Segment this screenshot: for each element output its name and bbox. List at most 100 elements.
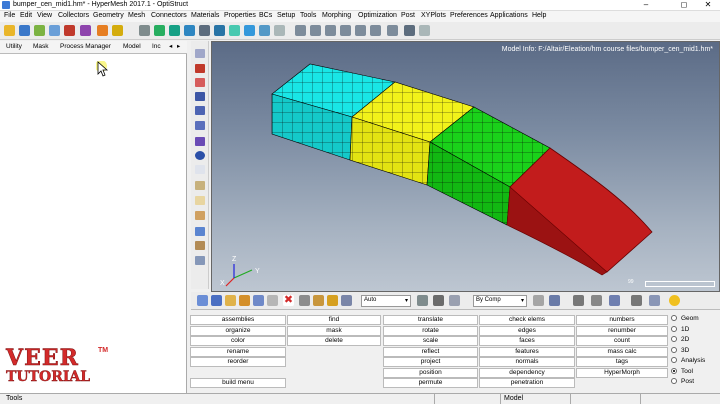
reverse-icon[interactable] [239, 295, 250, 306]
radio-analysis[interactable]: Analysis [671, 357, 705, 364]
bars-icon[interactable] [195, 211, 205, 220]
menu-bcs[interactable]: BCs [259, 12, 272, 19]
menu-mesh[interactable]: Mesh [128, 12, 145, 19]
pan-icon[interactable] [325, 25, 336, 36]
wrench-icon[interactable] [313, 295, 324, 306]
wireframe-icon[interactable] [195, 78, 205, 87]
bycomp-combo[interactable]: By Comp ▾ [473, 295, 527, 307]
solid-icon[interactable] [609, 295, 620, 306]
tab-utility[interactable]: Utility [6, 43, 22, 50]
view-iso-icon[interactable] [199, 25, 210, 36]
rotate-button[interactable]: rotate [383, 326, 478, 336]
abc-label-icon[interactable] [195, 196, 205, 205]
renumber-button[interactable]: renumber [576, 326, 668, 336]
radio-1d[interactable]: 1D [671, 326, 689, 333]
rotate-view-icon[interactable] [229, 25, 240, 36]
reorder-button[interactable]: reorder [190, 357, 286, 367]
zoom-in-icon[interactable] [295, 25, 306, 36]
dependency-button[interactable]: dependency [479, 368, 575, 378]
tab-scroll-left-icon[interactable]: ◂ [169, 42, 172, 50]
redo-icon[interactable] [419, 25, 430, 36]
radio-post[interactable]: Post [671, 378, 694, 385]
hide-icon[interactable] [211, 295, 222, 306]
delete-model-icon[interactable] [64, 25, 75, 36]
star-icon[interactable] [669, 295, 680, 306]
penetration-button[interactable]: penetration [479, 378, 575, 388]
radio-2d[interactable]: 2D [671, 336, 689, 343]
import-icon[interactable] [34, 25, 45, 36]
user-profile-icon[interactable] [97, 25, 108, 36]
menu-edit[interactable]: Edit [20, 12, 32, 19]
count-button[interactable]: count [576, 336, 668, 346]
radio-tool[interactable]: Tool [671, 368, 693, 375]
tab-scroll-right-icon[interactable]: ▸ [177, 42, 180, 50]
element-icon[interactable] [549, 295, 560, 306]
menu-materials[interactable]: Materials [191, 12, 219, 19]
magnify-icon[interactable] [387, 25, 398, 36]
export-icon[interactable] [49, 25, 60, 36]
menu-optimization[interactable]: Optimization [358, 12, 397, 19]
display-icon[interactable] [195, 49, 205, 58]
line-icon[interactable] [573, 295, 584, 306]
show-icon[interactable] [197, 295, 208, 306]
surface-icon[interactable] [591, 295, 602, 306]
info-icon[interactable] [195, 151, 205, 160]
auto-combo[interactable]: Auto ▾ [361, 295, 411, 307]
menu-connectors[interactable]: Connectors [151, 12, 187, 19]
view-front-icon[interactable] [169, 25, 180, 36]
monitor-icon[interactable] [649, 295, 660, 306]
box-icon[interactable] [449, 295, 460, 306]
mask-button[interactable]: mask [287, 326, 381, 336]
hypermorph-button[interactable]: HyperMorph [576, 368, 668, 378]
view-side-icon[interactable] [184, 25, 195, 36]
open-folder-icon[interactable] [4, 25, 15, 36]
tab-mask[interactable]: Mask [33, 43, 49, 50]
faces-button[interactable]: faces [479, 336, 575, 346]
graphics-viewport[interactable]: Model Info: F:/Altair/Eleation/hm course… [211, 41, 720, 292]
mesh-lines-icon[interactable] [195, 92, 205, 101]
radio-geom[interactable]: Geom [671, 315, 699, 322]
spin-icon[interactable] [370, 25, 381, 36]
position-button[interactable]: position [383, 368, 478, 378]
menu-view[interactable]: View [37, 12, 52, 19]
permute-button[interactable]: permute [383, 378, 478, 388]
tab-include[interactable]: Inc [152, 43, 161, 50]
model-browser-icon[interactable] [112, 25, 123, 36]
plot-icon[interactable] [195, 181, 205, 190]
project-button[interactable]: project [383, 357, 478, 367]
layers-icon[interactable] [195, 227, 205, 236]
scale-button[interactable]: scale [383, 336, 478, 346]
color-button[interactable]: color [190, 336, 286, 346]
close-button[interactable]: ✕ [696, 0, 720, 9]
mask-icon[interactable] [267, 295, 278, 306]
center-icon[interactable] [355, 25, 366, 36]
delete-x-icon[interactable]: ✖ [283, 295, 294, 306]
sheet-icon[interactable] [195, 241, 205, 250]
delete-button[interactable]: delete [287, 336, 381, 346]
features-icon[interactable] [195, 106, 205, 115]
zoom-out-icon[interactable] [310, 25, 321, 36]
shade-icon[interactable] [195, 64, 205, 73]
menu-tools[interactable]: Tools [300, 12, 316, 19]
element-shrink-icon[interactable] [195, 137, 205, 146]
tab-process-manager[interactable]: Process Manager [60, 43, 111, 50]
numbering-icon[interactable] [195, 165, 205, 174]
tab-model[interactable]: Model [123, 43, 141, 50]
grid-icon[interactable] [533, 295, 544, 306]
normals-button[interactable]: normals [479, 357, 575, 367]
arrow-select-icon[interactable] [433, 295, 444, 306]
organize-button[interactable]: organize [190, 326, 286, 336]
stack-icon[interactable] [195, 256, 205, 265]
components-icon[interactable] [80, 25, 91, 36]
radio-3d[interactable]: 3D [671, 347, 689, 354]
menu-help[interactable]: Help [532, 12, 546, 19]
pan-view-icon[interactable] [244, 25, 255, 36]
menu-post[interactable]: Post [401, 12, 415, 19]
select-icon[interactable] [154, 25, 165, 36]
menu-collectors[interactable]: Collectors [58, 12, 89, 19]
translate-button[interactable]: translate [383, 315, 478, 325]
shaded-icon[interactable] [341, 295, 352, 306]
undo-icon[interactable] [404, 25, 415, 36]
tags-button[interactable]: tags [576, 357, 668, 367]
maximize-button[interactable]: ◻ [672, 0, 696, 9]
